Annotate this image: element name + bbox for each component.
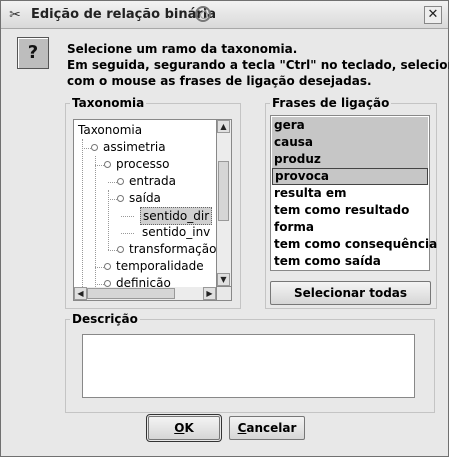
scroll-down-icon[interactable]: ▼: [217, 273, 230, 286]
tree-connector: [121, 233, 134, 234]
tree-vertical-scrollbar[interactable]: ▲ ▼: [217, 119, 232, 287]
tree-toggle-icon[interactable]: [117, 178, 124, 185]
tree-node[interactable]: Taxonomia: [76, 122, 144, 139]
tree-node-label: temporalidade: [116, 259, 204, 273]
phrase-list-item[interactable]: resulta em: [272, 185, 428, 202]
question-icon: ?: [17, 37, 49, 69]
tree-node-label: assimetria: [103, 140, 166, 154]
swirl-icon: [195, 6, 211, 22]
tree-node[interactable]: sentido_dir: [140, 207, 213, 225]
instruction-line-3: com o mouse as frases de ligação desejad…: [67, 74, 372, 88]
tree-node[interactable]: processo: [114, 156, 171, 173]
phrase-list-item[interactable]: tem como resultado: [272, 202, 428, 219]
tree-vertical-thumb[interactable]: [218, 161, 229, 221]
tree-connector: [121, 216, 134, 217]
tree-horizontal-thumb[interactable]: [87, 288, 175, 299]
tree-node-label: sentido_dir: [140, 207, 213, 225]
tree-toggle-icon[interactable]: [104, 280, 111, 287]
scroll-right-icon[interactable]: ▶: [203, 287, 216, 300]
tree-node-label: processo: [116, 157, 170, 171]
phrase-list-item[interactable]: produz: [272, 151, 428, 168]
tree-guide: [95, 156, 96, 298]
taxonomy-label: Taxonomia: [70, 96, 147, 110]
instruction-line-2: Em seguida, segurando a tecla "Ctrl" no …: [67, 58, 449, 72]
tree-node-label: transformação: [129, 242, 217, 256]
tree-toggle-icon[interactable]: [104, 263, 111, 270]
description-textarea[interactable]: [82, 334, 415, 398]
instruction-line-1: Selecione um ramo da taxonomia.: [67, 42, 298, 56]
tree-node-label: Taxonomia: [78, 123, 143, 137]
tree-node[interactable]: sentido_inv: [140, 224, 212, 241]
tree-toggle-icon[interactable]: [117, 246, 124, 253]
description-label: Descrição: [70, 312, 140, 326]
tree-toggle-icon[interactable]: [104, 161, 111, 168]
title-bar[interactable]: ✂ Edição de relação binária ✕: [1, 1, 448, 29]
close-icon[interactable]: ✕: [424, 6, 442, 24]
phrase-list-item[interactable]: provoca: [272, 168, 428, 185]
scissors-icon: ✂: [9, 7, 21, 23]
tree-horizontal-scrollbar[interactable]: ◀ ▶: [73, 287, 217, 301]
scroll-left-icon[interactable]: ◀: [74, 287, 87, 300]
scroll-corner: [217, 287, 232, 301]
tree-guide: [82, 139, 83, 298]
tree-guide: [108, 190, 109, 250]
tree-node[interactable]: temporalidade: [114, 258, 206, 275]
tree-node-label: saída: [129, 191, 161, 205]
tree-node[interactable]: saída: [127, 190, 163, 207]
select-all-button[interactable]: Selecionar todas: [270, 281, 431, 305]
cancel-button[interactable]: Cancelar: [229, 416, 305, 440]
tree-node-label: entrada: [129, 174, 176, 188]
scroll-up-icon[interactable]: ▲: [217, 120, 230, 133]
tree-node[interactable]: entrada: [127, 173, 178, 190]
phrases-list[interactable]: gera causa produz provoca resulta em tem como…: [270, 115, 437, 271]
phrases-label: Frases de ligação: [270, 96, 392, 110]
window-title: Edição de relação binária: [31, 7, 217, 22]
tree-node[interactable]: assimetria: [101, 139, 168, 156]
tree-node[interactable]: transformação: [127, 241, 217, 258]
tree-toggle-icon[interactable]: [117, 195, 124, 202]
tree-toggle-icon[interactable]: [91, 144, 98, 151]
ok-button[interactable]: OK: [146, 414, 222, 442]
tree-node-label: sentido_inv: [142, 225, 211, 239]
dialog-window: ✂ Edição de relação binária ✕ ? Selecion…: [0, 0, 449, 457]
phrase-list-item[interactable]: forma: [272, 219, 428, 236]
taxonomy-tree[interactable]: Taxonomia assimetria processo entrada saída s…: [73, 119, 217, 299]
phrase-list-item[interactable]: tem como consequência: [272, 236, 437, 253]
phrase-list-item[interactable]: causa: [272, 134, 428, 151]
phrase-list-item[interactable]: gera: [272, 117, 428, 134]
phrase-list-item[interactable]: tem como saída: [272, 253, 428, 270]
